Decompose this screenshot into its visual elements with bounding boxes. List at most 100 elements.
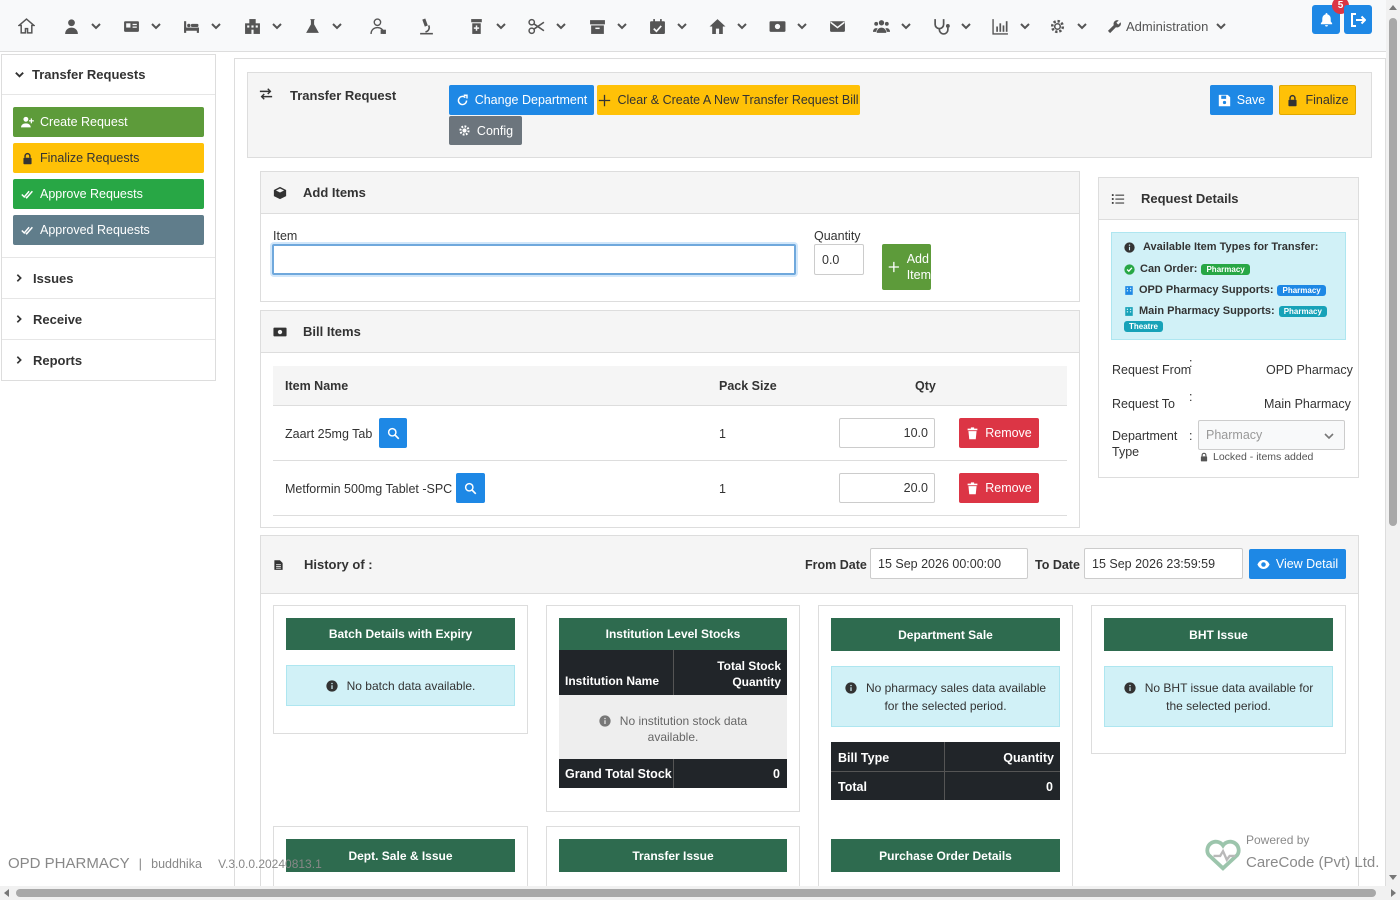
prescription-bottle-icon [471,18,482,34]
doctor-icon[interactable] [370,14,387,38]
remove-button[interactable]: Remove [959,473,1039,503]
nav-asset-menu[interactable] [709,14,748,38]
carecode-logo [1205,839,1241,871]
department-type-select[interactable]: Pharmacy [1198,420,1345,450]
bill-items-table-header: Item Name Pack Size Qty [273,366,1067,406]
can-order-badge: Pharmacy [1201,263,1250,275]
home-icon[interactable] [18,14,35,38]
bht-issue-title: BHT Issue [1104,618,1333,651]
logout-button[interactable] [1344,5,1372,34]
nav-settings-menu[interactable] [1049,14,1088,38]
top-navbar: Administration 5 [0,0,1386,52]
file-icon [274,559,283,570]
nav-theatre-menu[interactable] [528,14,567,38]
refresh-icon [457,93,468,105]
info-circle-icon [599,715,611,727]
clear-create-new-bill-button[interactable]: Clear & Create A New Transfer Request Bi… [597,85,860,115]
nav-pharmacy-menu[interactable] [468,14,507,38]
list-icon [1111,193,1125,204]
finalize-button[interactable]: Finalize [1279,85,1356,115]
id-card-icon [124,20,139,32]
footer-user: buddhika [151,857,202,871]
table-row: Metformin 500mg Tablet -SPC 1 20.0 Remov… [273,461,1067,516]
nav-cashier-menu[interactable] [769,14,808,38]
change-department-button[interactable]: Change Department [449,85,594,115]
nav-reports-menu[interactable] [992,14,1031,38]
nav-billing-menu[interactable] [123,14,162,38]
bar-chart-icon [992,18,1008,35]
chevron-down-icon [961,23,971,30]
nav-hospital-menu[interactable] [244,14,283,38]
approved-requests-button[interactable]: Approved Requests [13,215,204,245]
chevron-right-icon [16,315,22,323]
administration-label: Administration [1126,18,1209,34]
chevron-down-icon [737,23,747,30]
column-total-stock-quantity: Total Stock Quantity [717,659,781,689]
nav-appointments-menu[interactable] [649,14,688,38]
wrench-icon [1107,19,1121,33]
bed-icon [184,20,199,33]
nav-clinical-menu[interactable] [933,14,972,38]
config-button[interactable]: Config [449,116,522,145]
qty-input[interactable]: 10.0 [839,418,935,448]
department-sale-empty-message: No pharmacy sales data available for the… [831,666,1060,727]
calendar-check-icon [650,18,665,34]
info-circle-icon [845,681,857,694]
nav-inward-menu[interactable] [183,14,222,38]
sidebar-title: Transfer Requests [32,67,146,82]
chevron-down-icon [91,23,101,30]
nav-patient-menu[interactable] [63,14,102,38]
horizontal-scrollbar[interactable] [0,886,1400,900]
footer-department: OPD PHARMACY [8,855,130,872]
quantity-input[interactable]: 0.0 [814,244,864,275]
info-circle-icon [1124,241,1135,253]
nav-administration-menu[interactable]: Administration [1107,14,1227,38]
column-item-name: Item Name [285,379,349,393]
nav-store-menu[interactable] [589,14,628,38]
item-search-button[interactable] [456,473,485,503]
department-type-label: Department Type [1112,429,1178,459]
approve-requests-button[interactable]: Approve Requests [13,179,204,209]
add-items-panel: Add Items [260,171,1080,302]
company-name: CareCode (Pvt) Ltd. [1246,854,1380,871]
lock-icon [23,152,32,164]
to-date-label: To Date [1035,558,1080,572]
chevron-down-icon [556,23,566,30]
from-date-label: From Date [805,558,867,572]
chevron-down-icon [1020,23,1030,30]
info-circle-icon [1124,681,1136,694]
finalize-requests-button[interactable]: Finalize Requests [13,143,204,173]
from-date-input[interactable]: 15 Sep 2026 00:00:00 [870,548,1028,579]
chevron-down-icon [272,23,282,30]
item-search-input[interactable] [272,244,796,275]
to-date-input[interactable]: 15 Sep 2026 23:59:59 [1084,548,1243,579]
user-plus-icon [21,116,34,127]
nav-lab-menu[interactable] [304,14,343,38]
quantity-label: Quantity [814,229,861,243]
envelope-icon[interactable] [829,14,846,38]
nav-hr-menu[interactable] [873,14,912,38]
grand-total-value: 0 [773,767,780,781]
sidebar-section-issues[interactable]: Issues [2,257,215,298]
qty-input[interactable]: 20.0 [839,473,935,503]
remove-button[interactable]: Remove [959,418,1039,448]
plus-icon [888,261,899,273]
vertical-scrollbar[interactable] [1386,0,1400,886]
vertical-scrollbar-thumb[interactable] [1389,18,1397,526]
flask-icon [306,18,319,33]
institution-stocks-title: Institution Level Stocks [559,618,787,650]
sidebar-transfer-requests-header[interactable]: Transfer Requests [2,55,215,95]
save-button[interactable]: Save [1210,85,1273,115]
request-from-label: Request From [1112,363,1192,377]
microscope-icon[interactable] [418,14,435,38]
chevron-down-icon [211,23,221,30]
add-item-button[interactable]: Add Item [882,244,931,290]
double-check-icon [21,226,33,235]
sidebar-section-receive[interactable]: Receive [2,298,215,339]
item-search-button[interactable] [379,418,407,448]
horizontal-scrollbar-thumb[interactable] [16,889,1376,897]
item-name-cell: Zaart 25mg Tab [285,427,373,441]
view-detail-button[interactable]: View Detail [1249,549,1346,579]
sidebar-section-reports[interactable]: Reports [2,339,215,380]
create-request-button[interactable]: Create Request [13,107,204,137]
